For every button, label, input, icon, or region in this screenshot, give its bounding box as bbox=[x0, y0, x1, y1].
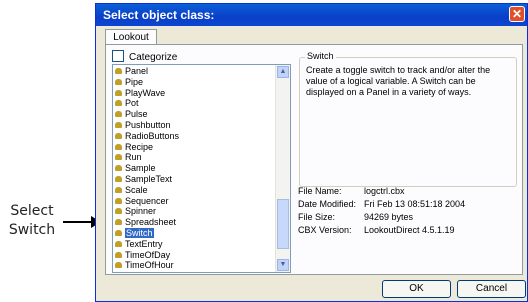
object-class-icon bbox=[115, 240, 122, 247]
list-item[interactable]: Spinner bbox=[115, 206, 274, 217]
object-class-icon bbox=[115, 219, 122, 226]
object-class-icon bbox=[115, 197, 122, 204]
info-key: File Size: bbox=[298, 212, 336, 222]
callout-label: Select Switch bbox=[0, 202, 64, 240]
object-class-icon bbox=[115, 89, 122, 96]
list-item-label: Switch bbox=[125, 227, 154, 238]
scroll-down-button[interactable]: ▼ bbox=[277, 259, 289, 271]
list-item-label: Panel bbox=[125, 66, 149, 76]
object-class-icon bbox=[115, 100, 122, 107]
tab-panel: Categorize Panel Pipe PlayWave Pot Pulse Push… bbox=[105, 44, 523, 275]
list-item[interactable]: TimeOfHour bbox=[115, 260, 274, 271]
list-item[interactable]: Switch bbox=[115, 227, 274, 239]
list-item[interactable]: Sample bbox=[115, 163, 274, 174]
object-class-icon bbox=[115, 132, 122, 139]
list-item[interactable]: Sequencer bbox=[115, 196, 274, 207]
info-value: 94269 bytes bbox=[364, 212, 414, 222]
info-value: Fri Feb 13 08:51:18 2004 bbox=[364, 199, 466, 209]
object-description: Create a toggle switch to track and/or a… bbox=[306, 65, 491, 97]
list-item[interactable]: Spreadsheet bbox=[115, 217, 274, 228]
list-item[interactable]: Pulse bbox=[115, 109, 274, 120]
list-item-label: Pushbutton bbox=[125, 119, 171, 130]
object-class-icon bbox=[115, 78, 122, 85]
list-item[interactable]: Pushbutton bbox=[115, 120, 274, 131]
callout-line-1: Select bbox=[10, 203, 54, 219]
list-item-label: Recipe bbox=[125, 141, 154, 152]
list-item-label: Spreadsheet bbox=[125, 217, 177, 228]
categorize-row[interactable]: Categorize bbox=[112, 50, 177, 63]
object-class-icon bbox=[115, 165, 122, 172]
list-item[interactable]: TimeOfMinute bbox=[115, 271, 274, 272]
list-item-label: RadioButtons bbox=[125, 130, 180, 141]
list-item-label: TimeOfDay bbox=[125, 249, 171, 260]
info-value: logctrl.cbx bbox=[364, 186, 405, 196]
chevron-down-icon: ▼ bbox=[279, 261, 287, 268]
list-item-label: TimeOfMinute bbox=[125, 271, 181, 272]
object-class-icon bbox=[115, 186, 122, 193]
list-item-label: Pulse bbox=[125, 109, 148, 120]
list-item[interactable]: SampleText bbox=[115, 174, 274, 185]
info-key: File Name: bbox=[298, 186, 342, 196]
object-class-icon bbox=[115, 251, 122, 258]
object-class-icon bbox=[115, 175, 122, 182]
object-class-list[interactable]: Panel Pipe PlayWave Pot Pulse Pushbutton Radio… bbox=[112, 64, 291, 273]
select-object-class-dialog: Select object class: ✕ Lookout Categoriz… bbox=[95, 3, 528, 302]
title-bar[interactable]: Select object class: ✕ bbox=[96, 4, 527, 26]
scroll-thumb[interactable] bbox=[277, 199, 289, 249]
list-item-label: Scale bbox=[125, 184, 148, 195]
list-item-label: Pipe bbox=[125, 76, 144, 87]
list-item[interactable]: Pot bbox=[115, 98, 274, 109]
info-key: CBX Version: bbox=[298, 225, 352, 235]
list-item[interactable]: Recipe bbox=[115, 142, 274, 153]
list-item-label: Sample bbox=[125, 163, 156, 174]
list-item-label: SampleText bbox=[125, 173, 173, 184]
list-item[interactable]: PlayWave bbox=[115, 88, 274, 99]
list-item-label: PlayWave bbox=[125, 87, 166, 98]
tab-lookout[interactable]: Lookout bbox=[105, 29, 157, 45]
list-scrollbar[interactable]: ▲ ▼ bbox=[275, 65, 290, 272]
list-item[interactable]: RadioButtons bbox=[115, 131, 274, 142]
ok-button[interactable]: OK bbox=[382, 280, 451, 298]
list-item[interactable]: Run bbox=[115, 152, 274, 163]
list-item-label: Run bbox=[125, 152, 142, 163]
object-class-icon bbox=[115, 154, 122, 161]
info-value: LookoutDirect 4.5.1.19 bbox=[364, 225, 455, 235]
list-item[interactable]: TextEntry bbox=[115, 239, 274, 250]
close-icon: ✕ bbox=[511, 7, 523, 21]
list-item[interactable]: TimeOfDay bbox=[115, 250, 274, 261]
chevron-up-icon: ▲ bbox=[279, 68, 287, 75]
scroll-up-button[interactable]: ▲ bbox=[277, 66, 289, 78]
list-item-label: TextEntry bbox=[125, 238, 163, 249]
list-item-label: Sequencer bbox=[125, 195, 169, 206]
list-items: Panel Pipe PlayWave Pot Pulse Pushbutton Radio… bbox=[115, 66, 274, 272]
object-class-icon bbox=[115, 208, 122, 215]
description-group: Switch Create a toggle switch to track a… bbox=[299, 51, 517, 187]
categorize-label: Categorize bbox=[129, 52, 178, 63]
list-item-label: Spinner bbox=[125, 206, 157, 217]
dialog-title: Select object class: bbox=[103, 8, 215, 22]
close-button[interactable]: ✕ bbox=[509, 6, 525, 22]
object-class-icon bbox=[115, 68, 122, 74]
object-class-icon bbox=[115, 229, 122, 236]
list-item-label: Pot bbox=[125, 98, 139, 109]
object-class-icon bbox=[115, 111, 122, 118]
list-item-label: TimeOfHour bbox=[125, 260, 174, 271]
list-item[interactable]: Pipe bbox=[115, 77, 274, 88]
object-class-icon bbox=[115, 143, 122, 150]
callout-line-2: Switch bbox=[8, 222, 56, 238]
list-item[interactable]: Scale bbox=[115, 185, 274, 196]
cancel-button[interactable]: Cancel bbox=[457, 280, 526, 298]
categorize-checkbox[interactable] bbox=[112, 50, 124, 62]
group-title: Switch bbox=[305, 51, 336, 61]
list-item[interactable]: Panel bbox=[115, 66, 274, 77]
info-key: Date Modified: bbox=[298, 199, 357, 209]
object-class-icon bbox=[115, 262, 122, 269]
object-class-icon bbox=[115, 121, 122, 128]
